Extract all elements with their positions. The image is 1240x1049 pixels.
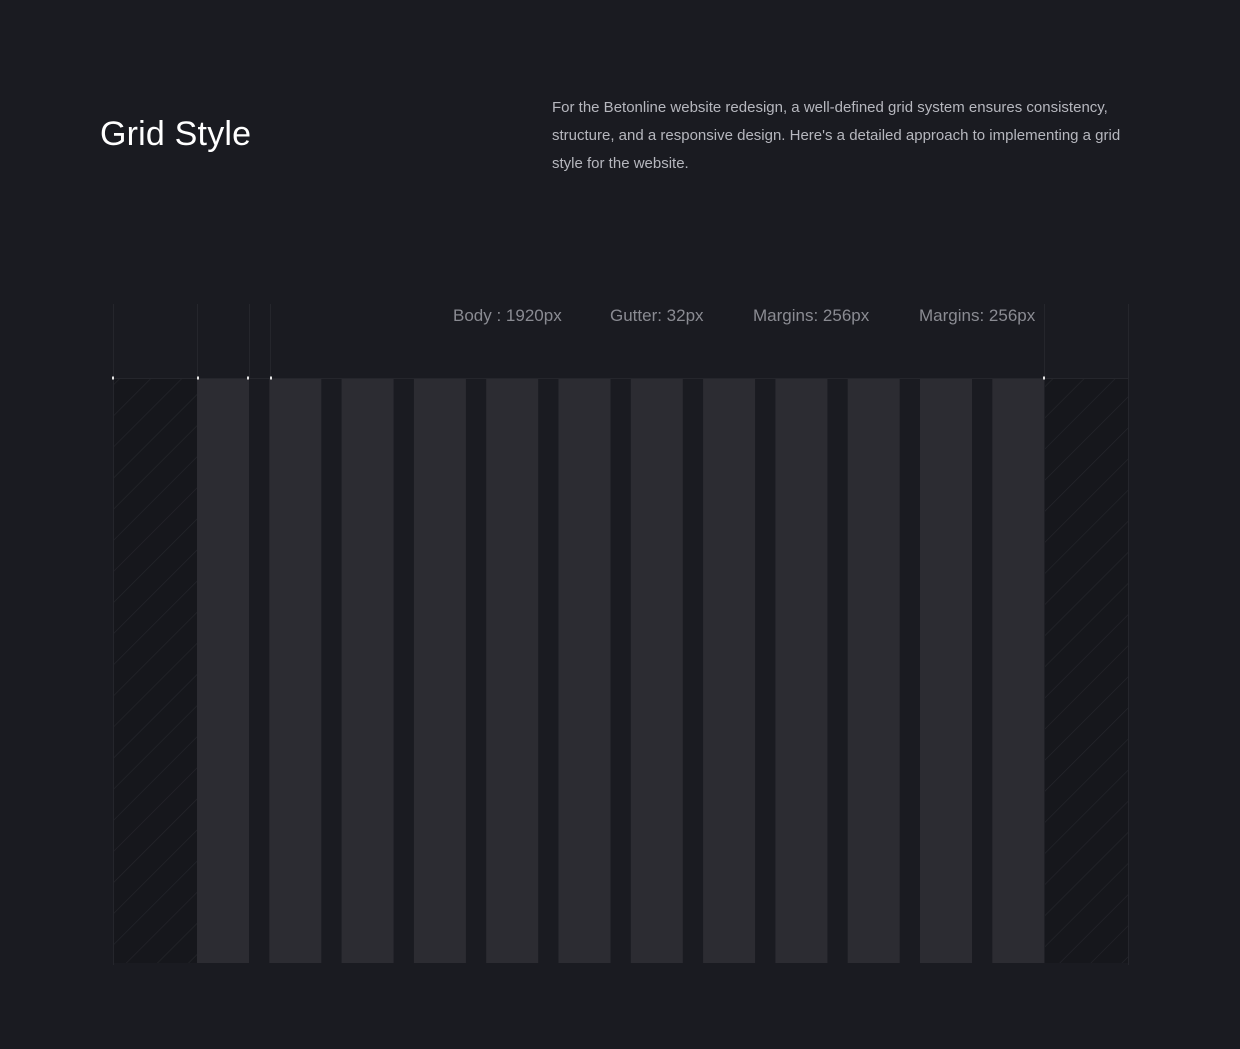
measurement-marker bbox=[112, 376, 114, 380]
guide-lines bbox=[113, 304, 1129, 965]
margins-left-label: Margins: 256px bbox=[753, 306, 870, 325]
grid-column bbox=[558, 379, 611, 963]
grid-column bbox=[630, 379, 683, 963]
grid-column bbox=[486, 379, 539, 963]
grid-column bbox=[847, 379, 900, 963]
grid-column bbox=[920, 379, 972, 963]
grid-column bbox=[269, 379, 322, 963]
grid-column bbox=[341, 379, 394, 963]
right-margin-hatch bbox=[1045, 379, 1129, 963]
measurement-marker bbox=[247, 376, 249, 380]
grid-column bbox=[197, 379, 249, 963]
body-width-label: Body : 1920px bbox=[453, 306, 562, 325]
grid-columns bbox=[197, 379, 1045, 963]
grid-diagram: Body : 1920px Gutter: 32px Margins: 256p… bbox=[112, 304, 1129, 965]
grid-column bbox=[413, 379, 466, 963]
measurement-marker bbox=[1043, 376, 1045, 380]
grid-column bbox=[703, 379, 756, 963]
left-margin-hatch bbox=[113, 379, 197, 963]
grid-column bbox=[775, 379, 828, 963]
measurement-marker bbox=[197, 376, 199, 380]
gutter-width-label: Gutter: 32px bbox=[610, 306, 704, 325]
grid-column bbox=[992, 379, 1045, 963]
margins-right-label: Margins: 256px bbox=[919, 306, 1036, 325]
measurement-marker bbox=[270, 376, 272, 380]
